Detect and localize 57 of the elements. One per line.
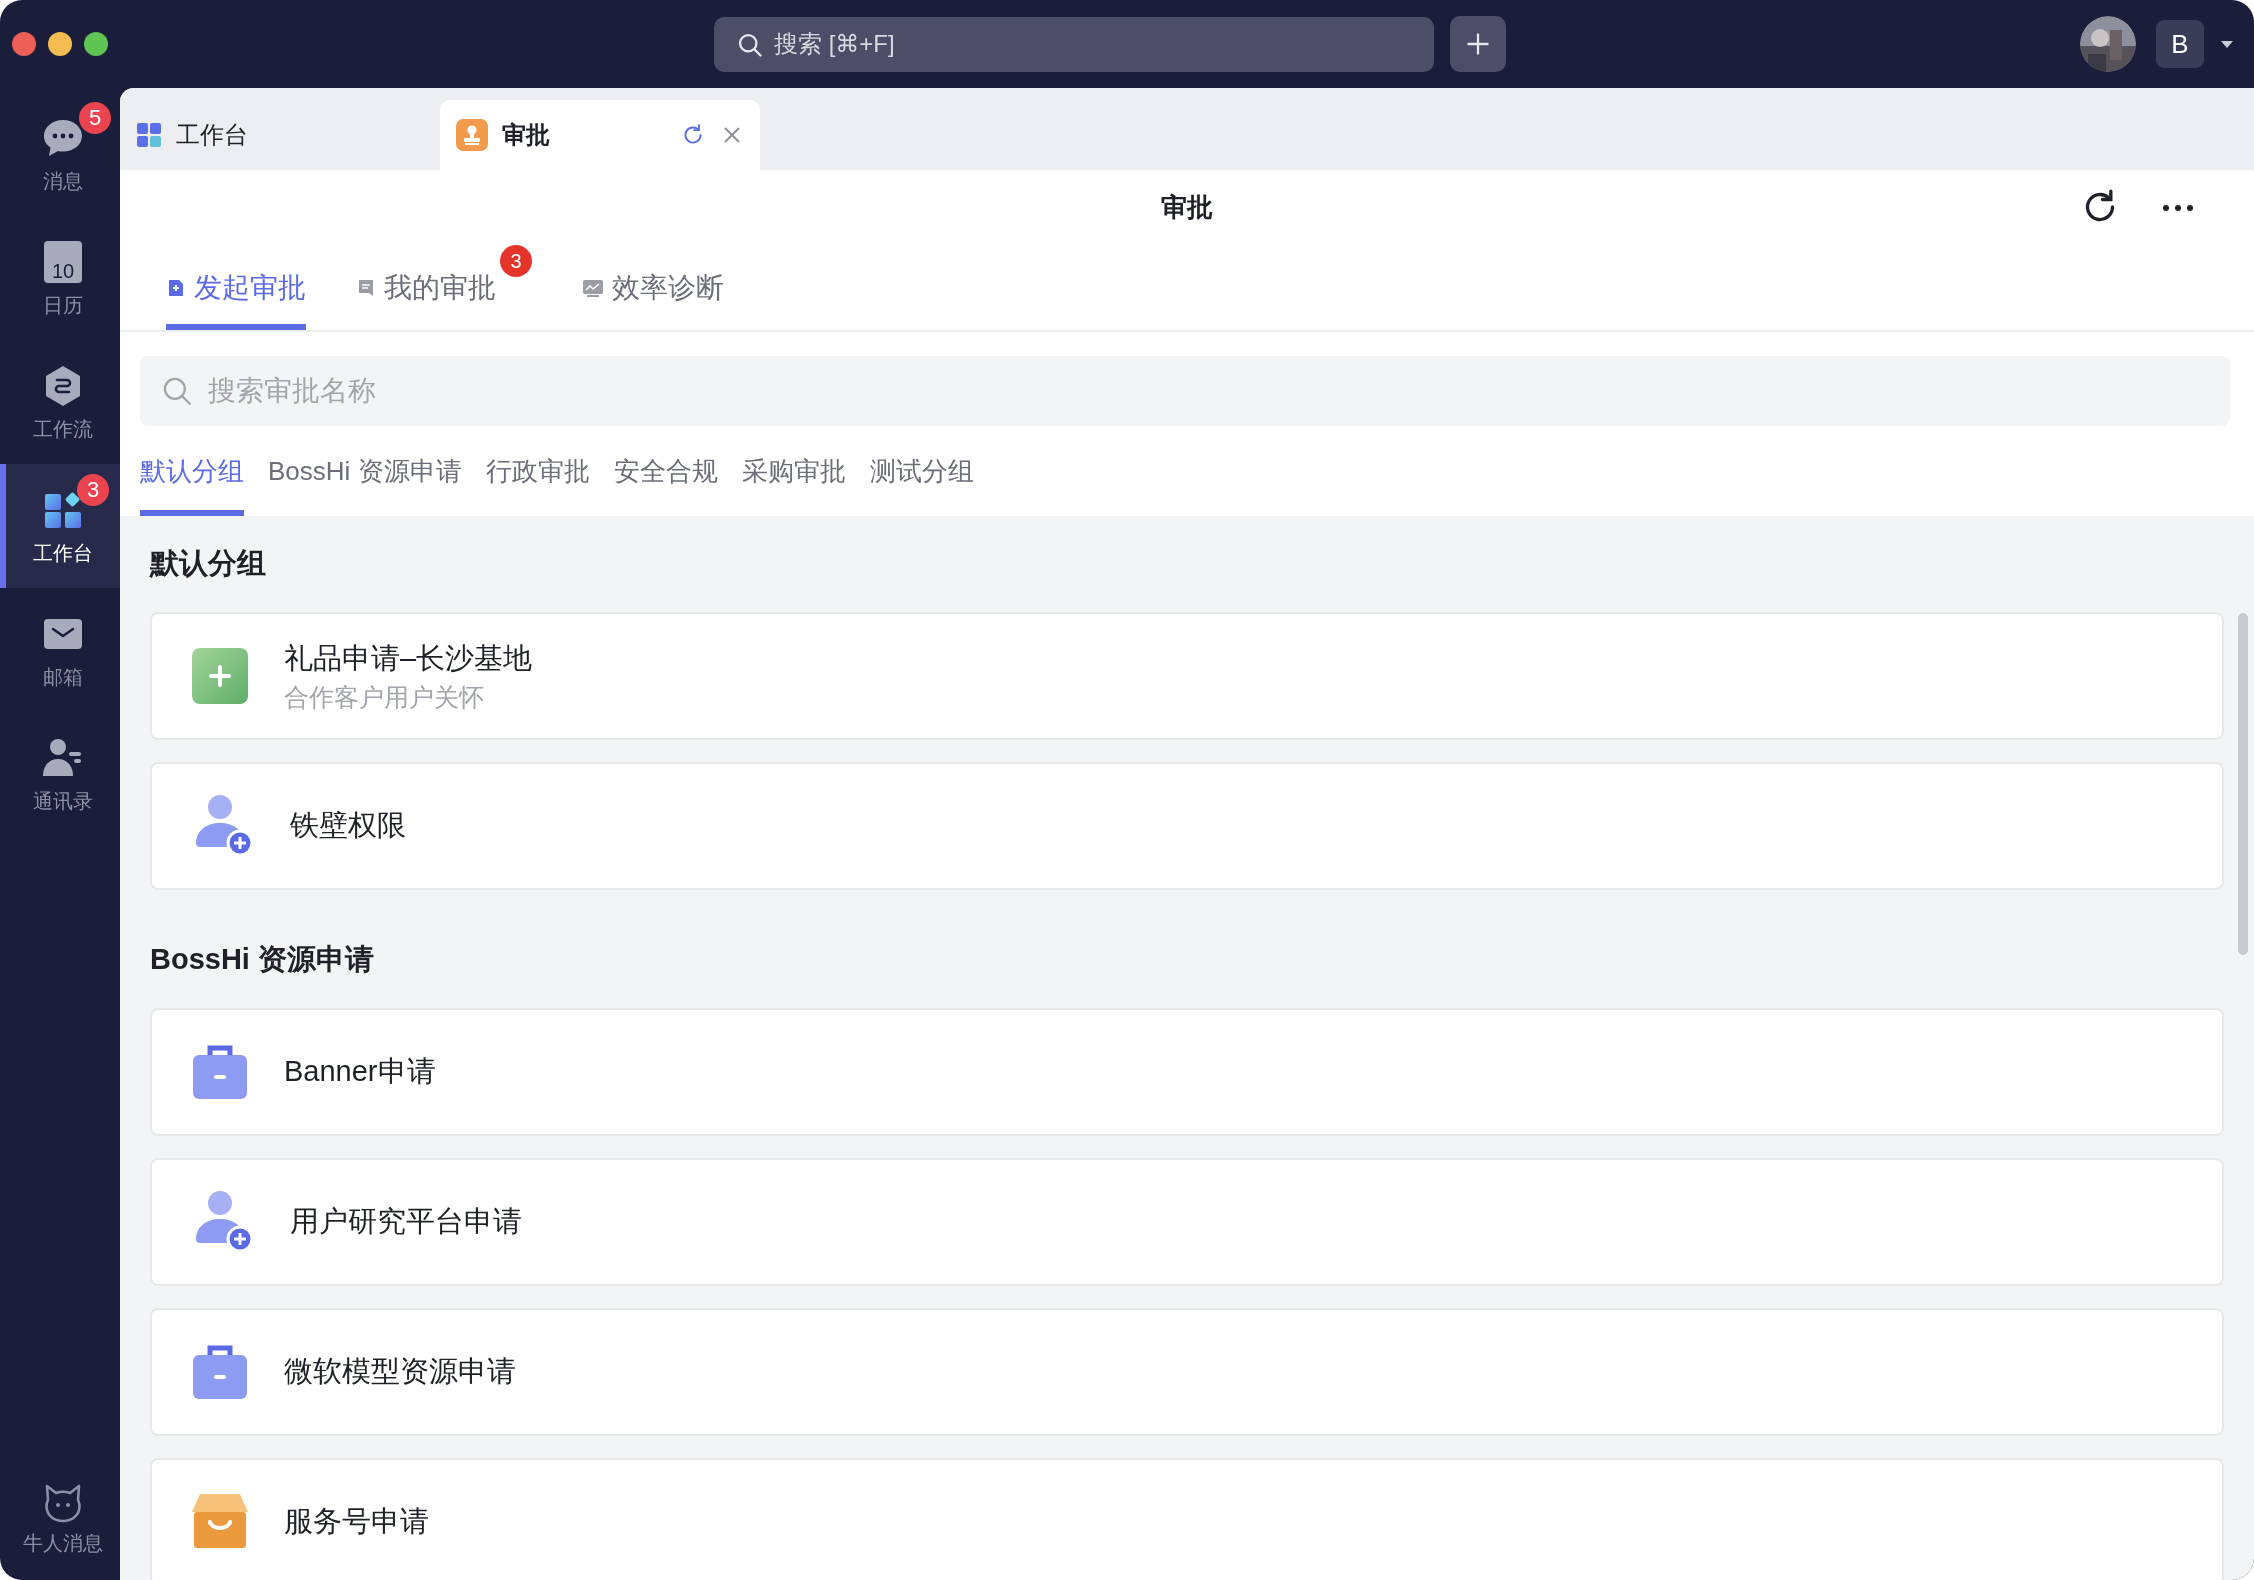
- approval-tab[interactable]: 发起审批: [166, 245, 306, 330]
- section-title: 默认分组: [150, 546, 267, 581]
- approval-card[interactable]: 礼品申请–长沙基地 合作客户用户关怀: [150, 612, 2224, 740]
- approval-card[interactable]: 微软模型资源申请: [150, 1308, 2224, 1436]
- section-title: BossHi 资源申请: [150, 942, 375, 977]
- approval-name: 服务号申请: [284, 1504, 429, 1539]
- approval-name: 用户研究平台申请: [290, 1204, 522, 1239]
- approval-tab[interactable]: 效率诊断: [582, 245, 724, 330]
- approval-tab[interactable]: 我的审批 3: [356, 245, 532, 330]
- chart-icon: [582, 277, 604, 298]
- approval-card[interactable]: 服务号申请: [150, 1458, 2224, 1580]
- sidebar-item[interactable]: 工作流: [0, 340, 120, 464]
- sidebar-item[interactable]: 3 工作台: [0, 464, 120, 588]
- approval-description: 合作客户用户关怀: [284, 681, 485, 713]
- unread-badge: 5: [79, 101, 111, 134]
- approval-name: Banner申请: [284, 1054, 436, 1089]
- category-tab[interactable]: 默认分组: [140, 426, 244, 516]
- category-tab[interactable]: 行政审批: [485, 426, 590, 516]
- close-window-button[interactable]: [12, 32, 36, 56]
- page-title: 审批: [1161, 191, 1213, 224]
- scrollbar[interactable]: [2238, 613, 2248, 955]
- search-field[interactable]: 搜索审批名称: [140, 356, 2230, 426]
- envelope-icon: [43, 616, 83, 651]
- approval-name: 微软模型资源申请: [284, 1354, 516, 1389]
- category-tab[interactable]: BossHi 资源申请: [268, 426, 462, 516]
- window-tab[interactable]: 工作台: [120, 100, 440, 170]
- plus-square-icon: [190, 646, 250, 706]
- zoom-window-button[interactable]: [84, 32, 108, 56]
- approval-name: 铁壁权限: [290, 808, 406, 843]
- document-plus-icon: [166, 277, 186, 298]
- sidebar-item[interactable]: 牛人消息: [0, 1456, 120, 1580]
- more-icon[interactable]: [2160, 202, 2196, 214]
- approval-card[interactable]: 用户研究平台申请: [150, 1158, 2224, 1286]
- account-button[interactable]: B: [2156, 20, 2204, 68]
- app-grid-icon: [136, 122, 162, 148]
- stamp-icon: [456, 119, 488, 151]
- sidebar-item[interactable]: 10 日历: [0, 216, 120, 340]
- sidebar-item[interactable]: 邮箱: [0, 588, 120, 712]
- hexagon-flow-icon: [43, 363, 83, 408]
- window-tab[interactable]: 审批: [440, 100, 760, 170]
- caret-icon[interactable]: [2220, 39, 2234, 49]
- add-button[interactable]: [1450, 16, 1506, 72]
- sidebar-item[interactable]: 通讯录: [0, 712, 120, 836]
- approval-card[interactable]: Banner申请: [150, 1008, 2224, 1136]
- unread-badge: 3: [77, 473, 109, 506]
- sidebar-item[interactable]: 5 消息: [0, 92, 120, 216]
- app-grid-icon: [43, 489, 83, 530]
- category-tab[interactable]: 安全合规: [613, 426, 718, 516]
- minimize-window-button[interactable]: [48, 32, 72, 56]
- document-icon: [356, 277, 376, 298]
- approval-card[interactable]: 铁壁权限: [150, 762, 2224, 890]
- calendar-icon: 10: [44, 240, 82, 283]
- search-field[interactable]: 搜索 [⌘+F]: [714, 16, 1434, 72]
- category-tab[interactable]: 测试分组: [869, 426, 974, 516]
- category-tab[interactable]: 采购审批: [741, 426, 846, 516]
- approval-name: 礼品申请–长沙基地: [284, 640, 533, 676]
- count-badge: 3: [500, 245, 532, 277]
